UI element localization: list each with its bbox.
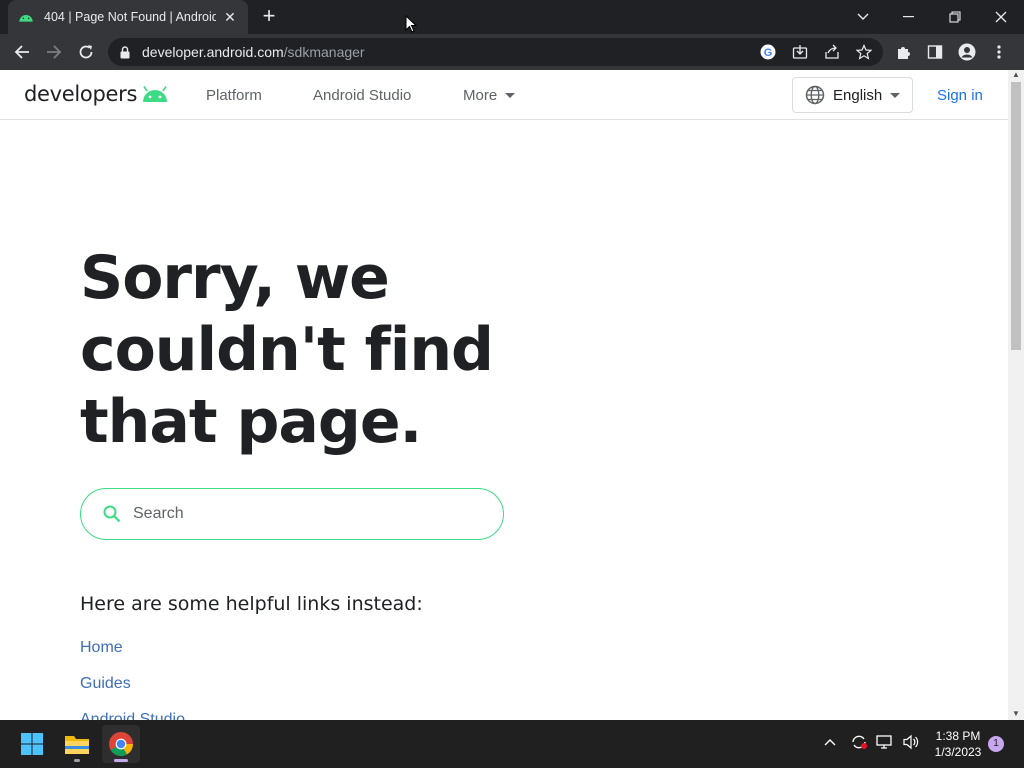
active-indicator bbox=[114, 759, 128, 762]
nav-platform[interactable]: Platform bbox=[206, 87, 262, 104]
link-guides[interactable]: Guides bbox=[80, 675, 131, 693]
new-tab-button[interactable]: + bbox=[258, 5, 280, 28]
developers-logo[interactable]: developers bbox=[24, 82, 169, 106]
google-icon[interactable]: G bbox=[757, 42, 779, 62]
side-panel-icon[interactable] bbox=[924, 42, 946, 62]
link-android-studio[interactable]: Android Studio bbox=[80, 711, 185, 720]
back-button[interactable] bbox=[8, 38, 36, 66]
nav-more-label: More bbox=[463, 87, 498, 104]
chrome-button[interactable] bbox=[102, 725, 140, 763]
windows-icon bbox=[21, 733, 43, 755]
scroll-down-icon[interactable]: ▼ bbox=[1012, 709, 1020, 718]
address-bar[interactable]: developer.android.com/sdkmanager G bbox=[108, 38, 883, 66]
sync-icon[interactable] bbox=[846, 734, 872, 750]
install-icon[interactable] bbox=[789, 42, 811, 62]
star-icon[interactable] bbox=[853, 42, 875, 62]
sign-in-link[interactable]: Sign in bbox=[937, 87, 983, 104]
nav-more[interactable]: More bbox=[463, 87, 516, 104]
url-path: /sdkmanager bbox=[283, 44, 365, 60]
caret-down-icon bbox=[890, 92, 901, 98]
clock-date: 1/3/2023 bbox=[934, 745, 982, 759]
site-header: developers Platform Android Studio More … bbox=[0, 70, 1008, 120]
reload-button[interactable] bbox=[72, 38, 100, 66]
volume-icon[interactable] bbox=[898, 734, 924, 750]
clock[interactable]: 1:38 PM 1/3/2023 bbox=[928, 728, 988, 760]
browser-titlebar: 404 | Page Not Found | Android ✕ + bbox=[0, 0, 1024, 34]
share-icon[interactable] bbox=[821, 42, 843, 62]
file-explorer-button[interactable] bbox=[58, 725, 96, 763]
start-button[interactable] bbox=[13, 725, 51, 763]
android-icon bbox=[143, 86, 168, 102]
notification-badge[interactable]: 1 bbox=[988, 736, 1004, 752]
browser-toolbar: developer.android.com/sdkmanager G bbox=[0, 34, 1024, 70]
tab-title: 404 | Page Not Found | Android bbox=[44, 10, 216, 24]
headline-line: couldn't find bbox=[80, 315, 494, 385]
profile-icon[interactable] bbox=[956, 42, 978, 62]
search-box[interactable] bbox=[80, 488, 504, 540]
close-icon[interactable]: ✕ bbox=[222, 9, 238, 26]
language-selector[interactable]: English bbox=[792, 77, 913, 113]
minimize-button[interactable] bbox=[886, 0, 932, 34]
lock-icon bbox=[120, 45, 130, 58]
forward-button[interactable] bbox=[40, 38, 68, 66]
extensions-icon[interactable] bbox=[892, 42, 914, 62]
logo-text: developers bbox=[24, 82, 138, 106]
restore-button[interactable] bbox=[932, 0, 978, 34]
system-tray bbox=[822, 734, 924, 750]
folder-icon bbox=[65, 736, 89, 754]
close-window-button[interactable] bbox=[978, 0, 1024, 34]
headline-line: Sorry, we bbox=[80, 243, 390, 313]
scroll-thumb[interactable] bbox=[1011, 82, 1021, 350]
taskbar: 1:38 PM 1/3/2023 1 bbox=[0, 720, 1024, 768]
svg-text:G: G bbox=[764, 47, 773, 59]
chevron-down-icon[interactable] bbox=[840, 0, 886, 34]
search-input[interactable] bbox=[133, 505, 433, 523]
chrome-icon bbox=[109, 732, 133, 757]
helpful-links-heading: Here are some helpful links instead: bbox=[80, 593, 423, 615]
language-label: English bbox=[833, 86, 883, 104]
menu-icon[interactable] bbox=[988, 42, 1010, 62]
headline-line: that page. bbox=[80, 387, 422, 457]
nav-android-studio[interactable]: Android Studio bbox=[313, 87, 411, 104]
network-icon[interactable] bbox=[872, 734, 898, 750]
android-icon bbox=[19, 15, 33, 22]
running-indicator bbox=[74, 759, 80, 762]
web-page: developers Platform Android Studio More … bbox=[0, 70, 1008, 720]
chevron-up-icon[interactable] bbox=[822, 738, 838, 746]
mouse-cursor-icon bbox=[405, 15, 417, 33]
scrollbar[interactable]: ▲ ▼ bbox=[1008, 70, 1024, 720]
caret-down-icon bbox=[505, 93, 516, 98]
globe-icon bbox=[805, 85, 825, 105]
scroll-up-icon[interactable]: ▲ bbox=[1012, 70, 1020, 79]
clock-time: 1:38 PM bbox=[935, 729, 981, 743]
url-host: developer.android.com bbox=[142, 44, 284, 60]
link-home[interactable]: Home bbox=[80, 639, 123, 657]
search-icon bbox=[103, 505, 121, 523]
browser-tab[interactable]: 404 | Page Not Found | Android ✕ bbox=[8, 0, 248, 34]
page-title: Sorry, we couldn't find that page. bbox=[80, 242, 540, 458]
